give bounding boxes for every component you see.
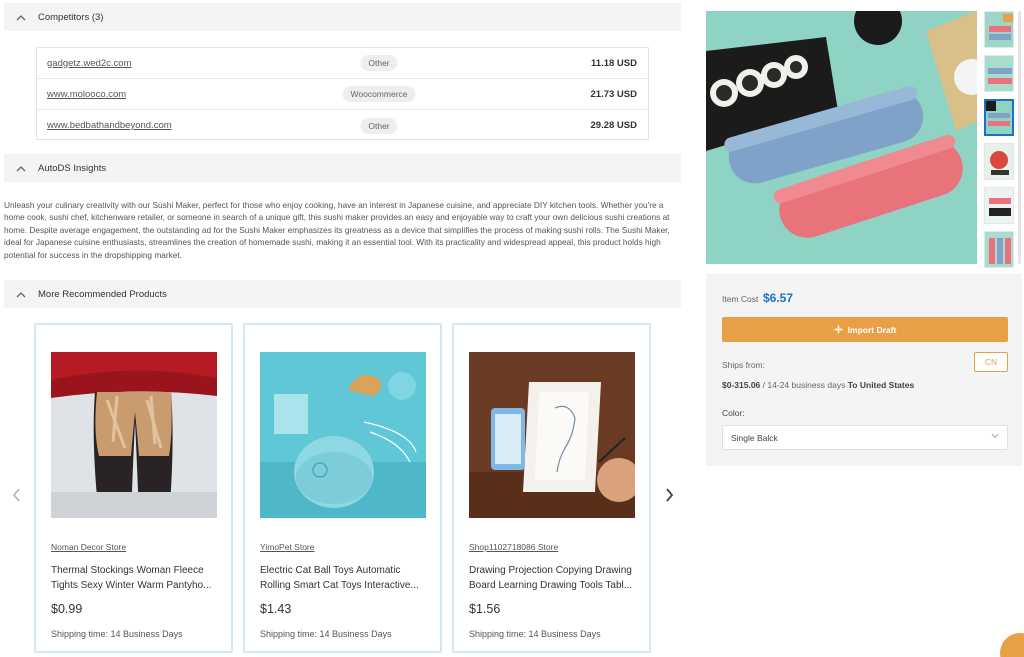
carousel-prev-button[interactable] bbox=[9, 487, 23, 503]
plus-icon bbox=[834, 325, 843, 334]
competitors-table: gadgetz.wed2c.com Other 11.18 USD www.mo… bbox=[36, 47, 649, 140]
insights-title: AutoDS Insights bbox=[38, 162, 107, 174]
color-selected-value: Single Balck bbox=[731, 432, 778, 443]
chevron-right-icon bbox=[665, 488, 673, 502]
competitor-price: 21.73 USD bbox=[590, 88, 637, 100]
product-card[interactable]: YimoPet Store Electric Cat Ball Toys Aut… bbox=[243, 323, 442, 653]
shipping-time: Shipping time: 14 Business Days bbox=[260, 629, 392, 639]
carousel-next-button[interactable] bbox=[662, 487, 676, 503]
item-cost-label: Item Cost bbox=[722, 294, 759, 304]
platform-badge: Woocommerce bbox=[342, 86, 416, 102]
color-label: Color: bbox=[722, 408, 745, 418]
insights-text: Unleash your culinary creativity with ou… bbox=[4, 200, 670, 260]
main-product-image[interactable] bbox=[706, 11, 977, 264]
chevron-down-icon bbox=[991, 433, 999, 439]
shipping-time: Shipping time: 14 Business Days bbox=[469, 629, 601, 639]
store-link[interactable]: YimoPet Store bbox=[260, 542, 315, 552]
shipping-days: / 14-24 business days bbox=[762, 380, 846, 390]
platform-badge: Other bbox=[360, 55, 398, 71]
shipping-price: $0-315.06 bbox=[722, 380, 761, 390]
product-price: $1.56 bbox=[469, 602, 501, 616]
insights-header[interactable]: AutoDS Insights bbox=[4, 154, 681, 182]
competitor-price: 29.28 USD bbox=[590, 120, 637, 131]
shipping-info: $0-315.06 / 14-24 business days To Unite… bbox=[722, 380, 914, 390]
product-image[interactable] bbox=[260, 352, 426, 518]
product-name[interactable]: Drawing Projection Copying Drawing Board… bbox=[469, 563, 637, 593]
chevron-up-icon[interactable] bbox=[4, 165, 38, 172]
table-row: gadgetz.wed2c.com Other 11.18 USD bbox=[37, 48, 648, 79]
platform-badge: Other bbox=[360, 117, 398, 134]
competitor-link[interactable]: gadgetz.wed2c.com bbox=[47, 58, 132, 69]
competitors-title: Competitors (3) bbox=[38, 11, 104, 23]
thumbnail[interactable] bbox=[984, 11, 1014, 48]
recommended-title: More Recommended Products bbox=[38, 288, 167, 300]
thumbnail-strip bbox=[984, 11, 1016, 275]
ship-origin-button[interactable]: CN bbox=[974, 352, 1008, 372]
store-link[interactable]: Shop1102718086 Store bbox=[469, 542, 558, 552]
product-price: $1.43 bbox=[260, 602, 292, 616]
shipping-destination: To United States bbox=[847, 380, 915, 390]
thumbnail[interactable] bbox=[984, 55, 1014, 92]
thumbnail-selected[interactable] bbox=[984, 99, 1014, 136]
recommended-header[interactable]: More Recommended Products bbox=[4, 280, 681, 308]
competitors-header[interactable]: Competitors (3) bbox=[4, 3, 681, 31]
import-draft-button[interactable]: Import Draft bbox=[722, 317, 1008, 342]
chevron-up-icon[interactable] bbox=[4, 291, 38, 298]
ships-from-label: Ships from: bbox=[722, 360, 765, 370]
table-row: www.molooco.com Woocommerce 21.73 USD bbox=[37, 79, 648, 110]
thumbnail[interactable] bbox=[984, 231, 1014, 268]
competitor-link[interactable]: www.molooco.com bbox=[47, 89, 126, 100]
competitor-link[interactable]: www.bedbathandbeyond.com bbox=[47, 120, 172, 131]
chevron-left-icon bbox=[12, 488, 20, 502]
color-select[interactable]: Single Balck bbox=[722, 425, 1008, 450]
product-name[interactable]: Electric Cat Ball Toys Automatic Rolling… bbox=[260, 563, 428, 593]
store-link[interactable]: Noman Decor Store bbox=[51, 542, 126, 552]
product-card[interactable]: Noman Decor Store Thermal Stockings Woma… bbox=[34, 323, 233, 653]
shipping-time: Shipping time: 14 Business Days bbox=[51, 629, 183, 639]
product-image[interactable] bbox=[51, 352, 217, 518]
thumbnail[interactable] bbox=[984, 187, 1014, 224]
item-cost-value: $6.57 bbox=[763, 291, 794, 305]
chevron-up-icon[interactable] bbox=[4, 14, 38, 21]
thumbnail[interactable] bbox=[984, 143, 1014, 180]
competitor-price: 11.18 USD bbox=[591, 57, 637, 69]
product-panel: Item Cost $6.57 Import Draft Ships from:… bbox=[706, 274, 1022, 466]
thumbnail-scrollbar[interactable] bbox=[1018, 11, 1021, 264]
product-name[interactable]: Thermal Stockings Woman Fleece Tights Se… bbox=[51, 563, 219, 593]
chat-widget-button[interactable] bbox=[1000, 633, 1024, 657]
product-card[interactable]: Shop1102718086 Store Drawing Projection … bbox=[452, 323, 651, 653]
product-image[interactable] bbox=[469, 352, 635, 518]
table-row: www.bedbathandbeyond.com Other 29.28 USD bbox=[37, 110, 648, 141]
product-price: $0.99 bbox=[51, 602, 83, 616]
import-draft-label: Import Draft bbox=[847, 324, 897, 335]
